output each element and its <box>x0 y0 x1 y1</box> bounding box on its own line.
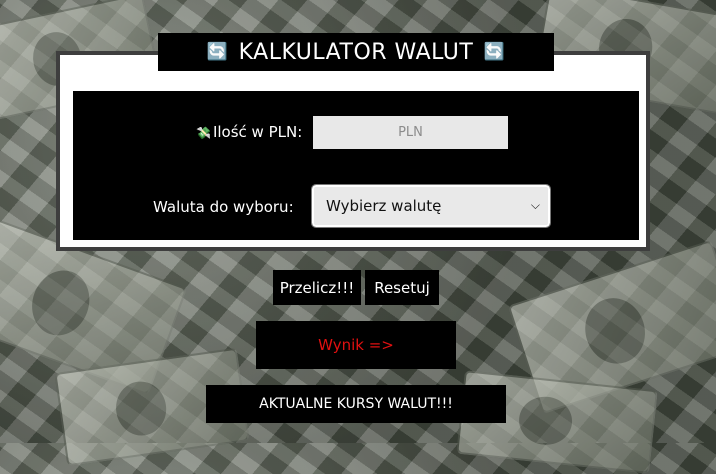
reset-button[interactable]: Resetuj <box>365 270 439 305</box>
amount-label-text: Ilość w PLN: <box>212 123 303 141</box>
chevron-down-icon: ⌵ <box>530 198 540 212</box>
currency-label: Waluta do wyboru: <box>153 198 294 216</box>
amount-label: 💸 Ilość w PLN: <box>196 123 302 141</box>
app-title-bar: 🔄 KALKULATOR WALUT 🔄 <box>158 33 554 71</box>
result-display: Wynik => <box>256 321 456 369</box>
page-title: KALKULATOR WALUT <box>238 39 474 65</box>
amount-input[interactable] <box>313 116 508 149</box>
current-rates-button[interactable]: AKTUALNE KURSY WALUT!!! <box>206 385 506 423</box>
convert-button[interactable]: Przelicz!!! <box>273 270 361 305</box>
swap-icon: 🔄 <box>206 42 229 62</box>
money-icon: 💸 <box>196 126 211 140</box>
swap-icon: 🔄 <box>483 42 506 62</box>
currency-select-value: Wybierz walutę <box>326 197 442 215</box>
currency-select[interactable]: Wybierz walutę ⌵ <box>311 184 551 228</box>
